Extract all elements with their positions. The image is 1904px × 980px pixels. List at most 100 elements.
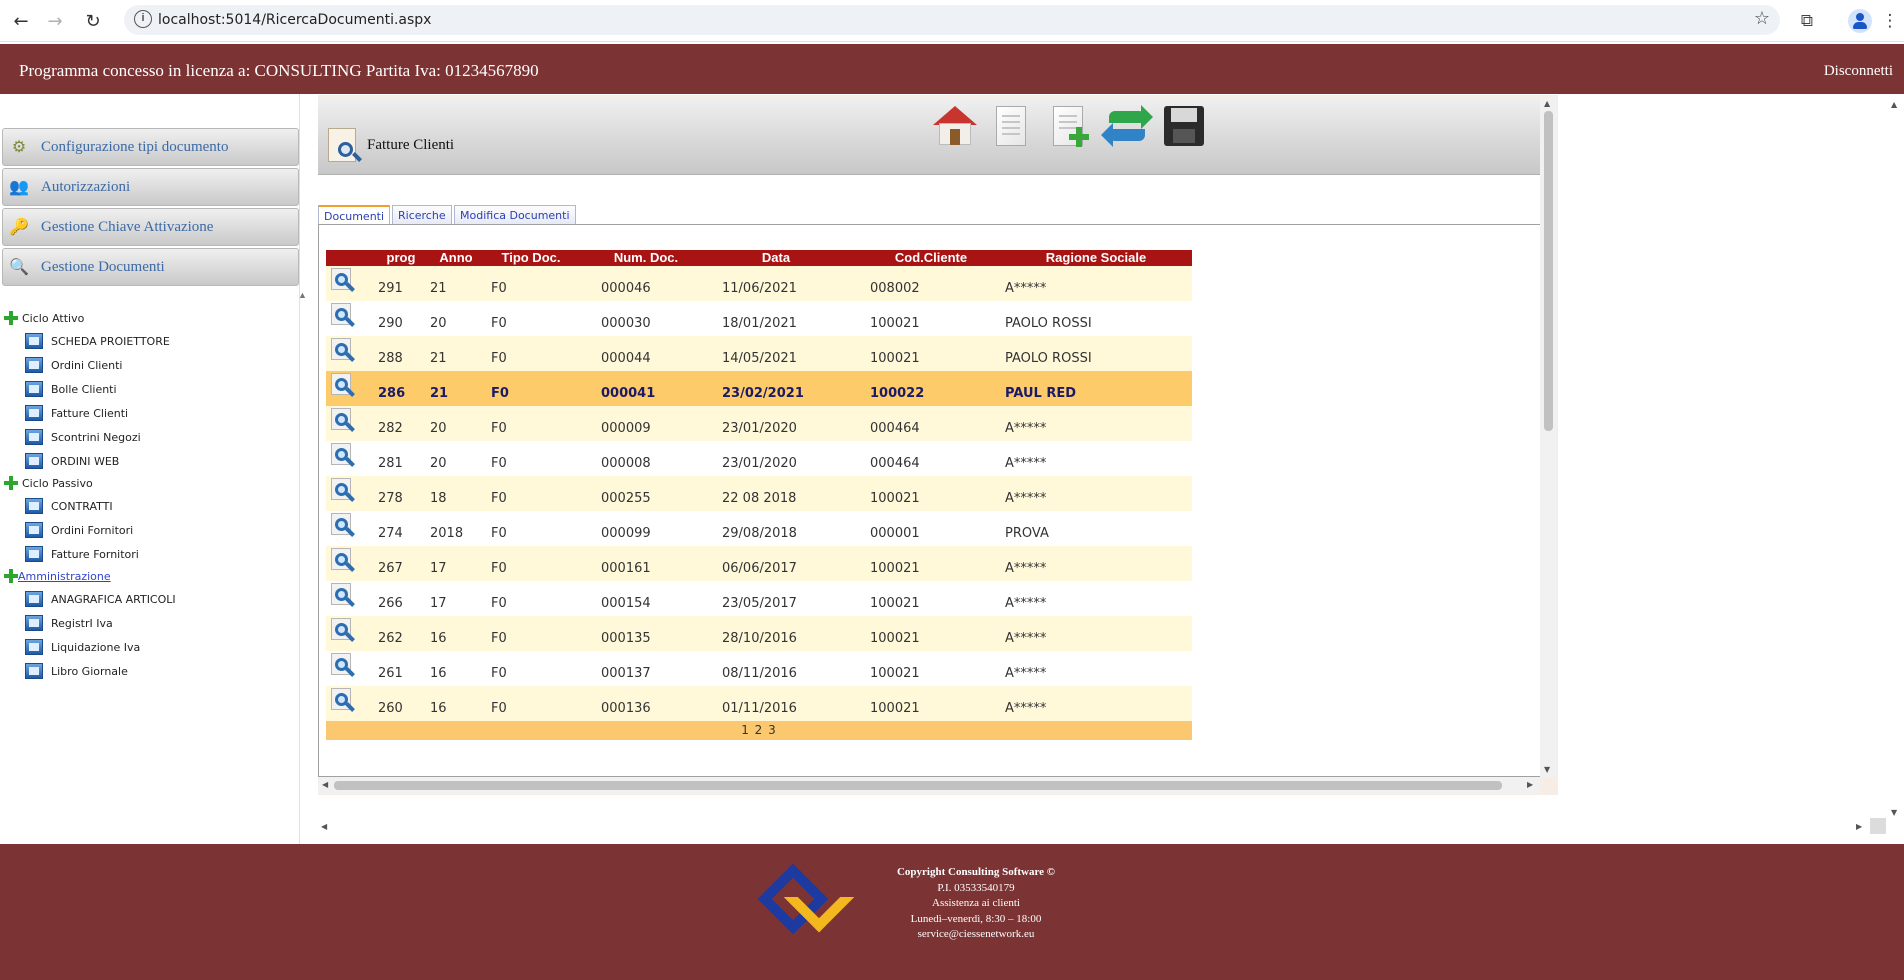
expand-plus-icon[interactable] <box>4 476 18 490</box>
tree-item[interactable]: Ordini Fornitori <box>25 520 133 540</box>
tree-item-label: RegistrI Iva <box>51 616 113 630</box>
scroll-left-icon[interactable]: ◀ <box>321 822 327 831</box>
view-document-icon[interactable] <box>329 268 355 292</box>
expand-plus-icon[interactable] <box>4 569 18 583</box>
column-header[interactable]: Cod.Cliente <box>866 250 996 266</box>
scroll-up-icon[interactable]: ▲ <box>1544 99 1550 108</box>
table-cell: 2018 <box>430 526 464 541</box>
table-row[interactable]: 260 16 F0 000136 01/11/2016 100021 A***** <box>326 686 1192 721</box>
scrollbar-thumb[interactable] <box>334 781 1502 790</box>
tab-ricerche[interactable]: Ricerche <box>392 205 452 225</box>
footer-email[interactable]: service@ciessenetwork.eu <box>876 927 1076 943</box>
tree-item[interactable]: Ordini Clienti <box>25 355 122 375</box>
profile-avatar-icon[interactable] <box>1848 9 1872 33</box>
outer-horizontal-scrollbar[interactable]: ◀ ▶ <box>318 818 1868 835</box>
table-row[interactable]: 261 16 F0 000137 08/11/2016 100021 A***** <box>326 651 1192 686</box>
table-cell: 000161 <box>601 561 651 576</box>
scroll-right-icon[interactable]: ▶ <box>1856 822 1862 831</box>
browser-menu-icon[interactable]: ⋮ <box>1880 8 1900 34</box>
view-document-icon[interactable] <box>329 478 355 502</box>
tree-item[interactable]: SCHEDA PROIETTORE <box>25 331 170 351</box>
tree-group-amministrazione[interactable]: Amministrazione <box>4 567 111 585</box>
tree-group-ciclo-attivo[interactable]: Ciclo Attivo <box>4 309 84 327</box>
address-bar[interactable]: i localhost:5014/RicercaDocumenti.aspx ☆ <box>124 5 1780 35</box>
menu-document-management[interactable]: 🔍 Gestione Documenti <box>2 248 299 286</box>
view-document-icon[interactable] <box>329 583 355 607</box>
expand-plus-icon[interactable] <box>4 311 18 325</box>
column-header[interactable]: prog <box>376 250 426 266</box>
back-icon[interactable]: ← <box>8 8 34 34</box>
scroll-right-icon[interactable]: ▶ <box>1527 780 1533 789</box>
add-document-icon[interactable] <box>1045 103 1091 149</box>
horizontal-scrollbar[interactable]: ◀ ▶ <box>318 777 1540 794</box>
tab-documenti[interactable]: Documenti <box>318 205 391 226</box>
column-header[interactable]: Tipo Doc. <box>486 250 576 266</box>
new-document-icon[interactable] <box>988 103 1034 149</box>
tree-item[interactable]: Fatture Clienti <box>25 403 128 423</box>
view-document-icon[interactable] <box>329 443 355 467</box>
tree-item[interactable]: Fatture Fornitori <box>25 544 139 564</box>
pager[interactable]: 1 2 3 <box>326 721 1192 740</box>
column-header[interactable]: Ragione Sociale <box>1006 250 1186 266</box>
site-info-icon[interactable]: i <box>134 10 152 28</box>
menu-config-doc-types[interactable]: ⚙ Configurazione tipi documento <box>2 128 299 166</box>
table-row[interactable]: 278 18 F0 000255 22 08 2018 100021 A***** <box>326 476 1192 511</box>
scroll-up-icon[interactable]: ▲ <box>298 290 307 300</box>
view-document-icon[interactable] <box>329 338 355 362</box>
refresh-icon[interactable] <box>1101 103 1153 149</box>
table-row[interactable]: 290 20 F0 000030 18/01/2021 100021 PAOLO ROSSI <box>326 301 1192 336</box>
view-document-icon[interactable] <box>329 688 355 712</box>
home-icon[interactable] <box>932 103 978 149</box>
column-header[interactable]: Num. Doc. <box>596 250 696 266</box>
extensions-icon[interactable]: ⧉ <box>1794 8 1820 34</box>
scroll-left-icon[interactable]: ◀ <box>322 780 328 789</box>
column-header[interactable]: Data <box>726 250 826 266</box>
table-row[interactable]: 262 16 F0 000135 28/10/2016 100021 A***** <box>326 616 1192 651</box>
table-cell: 16 <box>430 631 447 646</box>
view-document-icon[interactable] <box>329 548 355 572</box>
view-document-icon[interactable] <box>329 303 355 327</box>
column-header[interactable]: Anno <box>426 250 486 266</box>
scroll-down-icon[interactable]: ▼ <box>1891 808 1897 817</box>
view-document-icon[interactable] <box>329 513 355 537</box>
bookmark-star-icon[interactable]: ☆ <box>1754 8 1770 29</box>
table-row[interactable]: 267 17 F0 000161 06/06/2017 100021 A***** <box>326 546 1192 581</box>
vertical-scrollbar[interactable]: ▲ ▼ <box>1540 97 1557 777</box>
table-row[interactable]: 282 20 F0 000009 23/01/2020 000464 A***** <box>326 406 1192 441</box>
reload-icon[interactable]: ↻ <box>80 8 106 34</box>
table-row[interactable]: 274 2018 F0 000099 29/08/2018 000001 PROVA <box>326 511 1192 546</box>
tab-modifica-documenti[interactable]: Modifica Documenti <box>454 205 576 225</box>
table-row[interactable]: 291 21 F0 000046 11/06/2021 008002 A***** <box>326 266 1192 301</box>
forward-icon[interactable]: → <box>42 8 68 34</box>
menu-authorizations[interactable]: 👥 Autorizzazioni <box>2 168 299 206</box>
view-document-icon[interactable] <box>329 653 355 677</box>
tree-item[interactable]: ANAGRAFICA ARTICOLI <box>25 589 176 609</box>
tree-group-ciclo-passivo[interactable]: Ciclo Passivo <box>4 474 93 492</box>
scroll-up-icon[interactable]: ▲ <box>1891 100 1897 109</box>
table-row[interactable]: 266 17 F0 000154 23/05/2017 100021 A***** <box>326 581 1192 616</box>
tree-group-link[interactable]: Amministrazione <box>18 570 111 583</box>
tree-item[interactable]: Bolle Clienti <box>25 379 117 399</box>
table-row[interactable]: 288 21 F0 000044 14/05/2021 100021 PAOLO ROSSI <box>326 336 1192 371</box>
outer-vertical-scrollbar[interactable]: ▲ ▼ <box>1886 96 1904 826</box>
view-document-icon[interactable] <box>329 408 355 432</box>
scroll-down-icon[interactable]: ▼ <box>1544 765 1550 774</box>
tree-item[interactable]: Liquidazione Iva <box>25 637 140 657</box>
table-cell: 100021 <box>870 316 920 331</box>
save-icon[interactable] <box>1161 103 1207 149</box>
menu-activation-key[interactable]: 🔑 Gestione Chiave Attivazione <box>2 208 299 246</box>
table-cell: 000464 <box>870 421 920 436</box>
tree-item[interactable]: CONTRATTI <box>25 496 113 516</box>
tree-item[interactable]: Scontrini Negozi <box>25 427 141 447</box>
url-text[interactable]: localhost:5014/RicercaDocumenti.aspx <box>158 12 431 28</box>
table-row[interactable]: 281 20 F0 000008 23/01/2020 000464 A***** <box>326 441 1192 476</box>
table-cell: 14/05/2021 <box>722 351 797 366</box>
logout-link[interactable]: Disconnetti <box>1824 63 1893 80</box>
tree-item[interactable]: ORDINI WEB <box>25 451 119 471</box>
scrollbar-thumb[interactable] <box>1544 111 1553 431</box>
table-row[interactable]: 286 21 F0 000041 23/02/2021 100022 PAUL RED <box>326 371 1192 406</box>
view-document-icon[interactable] <box>329 618 355 642</box>
tree-item[interactable]: RegistrI Iva <box>25 613 113 633</box>
tree-item[interactable]: Libro Giornale <box>25 661 128 681</box>
view-document-icon[interactable] <box>329 373 355 397</box>
